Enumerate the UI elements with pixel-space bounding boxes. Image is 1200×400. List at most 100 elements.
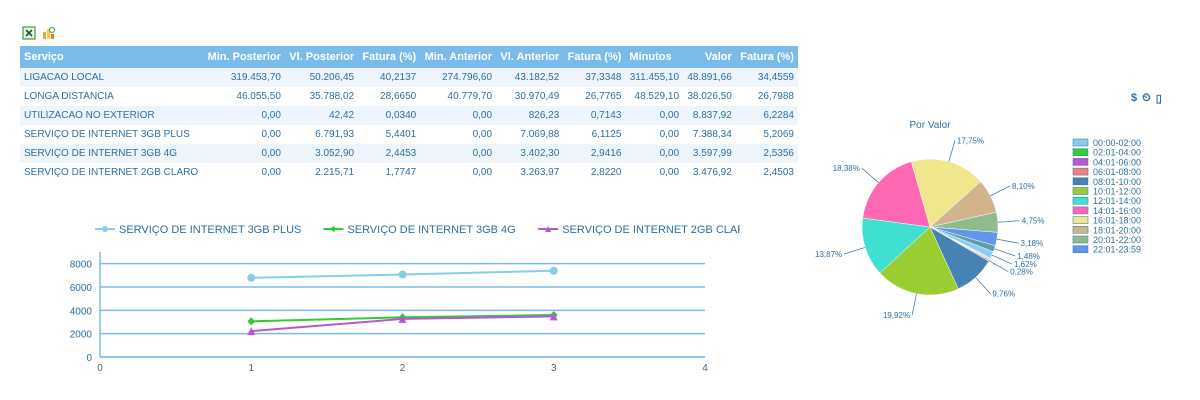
cell: 3.052,90 <box>284 144 359 163</box>
legend-item[interactable]: 12:01-14:00 <box>1072 196 1141 206</box>
data-point[interactable] <box>398 270 407 279</box>
col-servico[interactable]: Serviço <box>20 46 204 68</box>
cell: 0,00 <box>625 106 684 125</box>
legend-item[interactable]: 18:01-20:00 <box>1072 225 1141 235</box>
legend-label: SERVIÇO DE INTERNET 3GB 4G <box>347 224 515 236</box>
data-point[interactable] <box>247 273 256 282</box>
cell: 37,3348 <box>563 68 626 87</box>
col-fatura-posterior[interactable]: Fatura (%) <box>358 46 421 68</box>
cell: 7.388,34 <box>692 129 732 140</box>
col-minutos[interactable]: Minutos <box>625 46 684 68</box>
table-row[interactable]: LIGACAO LOCAL 319.453,70 50.206,45 40,21… <box>20 68 798 87</box>
cell: 8.837,92 <box>683 106 736 125</box>
cell: 40,2137 <box>358 68 421 87</box>
legend-item[interactable]: 00:00-02:00 <box>1072 138 1141 148</box>
pie-label-line <box>991 254 1013 265</box>
cell: 0,00 <box>659 129 680 140</box>
pie-data-label: 19,92% <box>883 311 910 320</box>
legend-label: 16:01-18:00 <box>1093 216 1141 226</box>
cell: 50.206,45 <box>284 68 359 87</box>
table-row[interactable]: LONGA DISTANCIA 46.055,50 35.788,02 28,6… <box>20 87 798 106</box>
excel-icon[interactable] <box>22 26 36 40</box>
table-row[interactable]: SERVIÇO DE INTERNET 3GB PLUS 0,00 6.791,… <box>20 125 798 144</box>
legend-item[interactable]: SERVIÇO DE INTERNET 3GB 4G <box>323 224 516 236</box>
chart-settings-icon[interactable] <box>42 26 56 40</box>
cell: 311.455,10 <box>625 68 684 87</box>
line-chart: SERVIÇO DE INTERNET 3GB PLUS SERVIÇO DE I… <box>70 224 754 374</box>
pie-label-line <box>975 277 991 294</box>
legend-label: 10:01-12:00 <box>1093 187 1141 197</box>
table-row[interactable]: UTILIZACAO NO EXTERIOR 0,00 42,42 0,0340… <box>20 106 798 125</box>
legend-label: 00:00-02:00 <box>1093 138 1141 148</box>
col-valor[interactable]: Valor <box>683 46 736 68</box>
services-table: Serviço Min. Posterior Vl. Posterior Fat… <box>20 46 798 182</box>
legend-item[interactable]: 16:01-18:00 <box>1072 216 1141 226</box>
cell: 274.796,60 <box>420 68 497 87</box>
legend-swatch <box>1072 158 1089 166</box>
legend-item[interactable]: 10:01-12:00 <box>1072 187 1141 197</box>
cell: 319.453,70 <box>203 68 285 87</box>
x-tick-label: 1 <box>248 363 254 374</box>
cell-servico: SERVIÇO DE INTERNET 3GB 4G <box>20 144 204 163</box>
y-tick-label: 0 <box>86 353 92 364</box>
cell: 2,5356 <box>735 144 798 163</box>
legend-item[interactable]: 14:01-16:00 <box>1072 206 1141 216</box>
legend-label: 14:01-16:00 <box>1093 206 1141 216</box>
cell: 48.529,10 <box>634 91 680 102</box>
cell: 5,2069 <box>763 129 794 140</box>
legend-item[interactable]: 04:01-06:00 <box>1072 157 1141 167</box>
col-vl-anterior[interactable]: Vl. Anterior <box>496 46 564 68</box>
table-row[interactable]: SERVIÇO DE INTERNET 3GB 4G 0,00 3.052,90… <box>20 144 798 163</box>
cell: 0,00 <box>472 167 493 178</box>
legend-swatch <box>1072 196 1089 205</box>
cell: 0,00 <box>420 106 497 125</box>
col-fatura-total[interactable]: Fatura (%) <box>735 46 798 68</box>
table-row[interactable]: SERVIÇO DE INTERNET 2GB CLARO 0,00 2.215… <box>20 163 798 182</box>
legend-label: 08:01-10:00 <box>1093 177 1141 187</box>
cell: 0,00 <box>625 144 684 163</box>
cell: 3.476,92 <box>692 167 732 178</box>
legend-item[interactable]: SERVIÇO DE INTERNET 3GB PLUS <box>95 224 301 236</box>
pie-label-line <box>861 167 879 183</box>
table-header-row: Serviço Min. Posterior Vl. Posterior Fat… <box>20 46 798 68</box>
cell: 7.069,88 <box>520 129 560 140</box>
y-tick-label: 8000 <box>70 260 93 271</box>
legend-label: SERVIÇO DE INTERNET 2GB CLARO <box>562 224 740 236</box>
legend-swatch <box>1072 138 1089 147</box>
legend-swatch <box>1072 187 1089 195</box>
col-fatura-anterior[interactable]: Fatura (%) <box>563 46 626 68</box>
x-tick-label: 2 <box>400 363 406 374</box>
cell: 30.970,49 <box>514 91 560 102</box>
y-tick-label: 6000 <box>70 283 93 294</box>
x-tick-label: 0 <box>97 363 103 374</box>
cell: 26,7765 <box>585 91 622 102</box>
data-point[interactable] <box>247 317 256 326</box>
col-min-anterior[interactable]: Min. Anterior <box>420 46 497 68</box>
legend-label: 06:01-08:00 <box>1093 167 1141 177</box>
legend-item[interactable]: 22:01-23:59 <box>1072 245 1141 255</box>
legend-item[interactable]: 08:01-10:00 <box>1072 177 1141 187</box>
cell-servico: SERVIÇO DE INTERNET 2GB CLARO <box>24 167 199 178</box>
legend-label: 18:01-20:00 <box>1093 225 1141 235</box>
cell: 6.791,93 <box>315 129 355 140</box>
data-point[interactable] <box>549 266 558 275</box>
cell: 0,0340 <box>358 106 421 125</box>
cell: 43.182,52 <box>496 68 564 87</box>
legend-item[interactable]: SERVIÇO DE INTERNET 2GB CLARO <box>538 224 754 236</box>
legend-item[interactable]: 20:01-22:00 <box>1072 235 1141 245</box>
pie-label-line <box>948 140 956 162</box>
col-vl-posterior[interactable]: Vl. Posterior <box>284 46 359 68</box>
legend-swatch <box>1072 148 1089 156</box>
pie-data-label: 3,18% <box>1021 239 1044 248</box>
cell: 38.026,50 <box>687 91 732 102</box>
cell: 6,1125 <box>591 129 622 140</box>
legend-item[interactable]: 06:01-08:00 <box>1072 167 1141 177</box>
pie-label-line <box>990 185 1011 197</box>
col-min-posterior[interactable]: Min. Posterior <box>203 46 285 68</box>
cell: 2,4453 <box>358 144 421 163</box>
line-chart-container: SERVIÇO DE INTERNET 3GB PLUS SERVIÇO DE I… <box>0 210 754 385</box>
legend-label: 22:01-23:59 <box>1093 245 1141 255</box>
cell: 0,00 <box>203 144 285 163</box>
legend-item[interactable]: 02:01-04:00 <box>1072 148 1141 158</box>
pie-chart: Por Valor17,75%8,10%4,75%3,18%1,48%1,62%… <box>815 120 1141 320</box>
